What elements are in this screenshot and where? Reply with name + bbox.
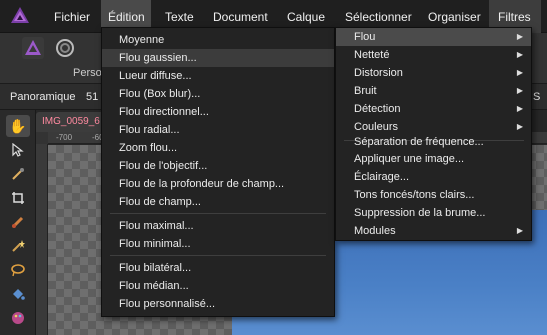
affinity-photo-window: Fichier Édition Texte Document Calque Sé… [0, 0, 547, 335]
submenu-detection-label: Détection [354, 103, 401, 115]
menu-item-separation-frequence[interactable]: Séparation de fréquence... [336, 133, 531, 151]
menu-item-appliquer-image[interactable]: Appliquer une image... [336, 150, 531, 168]
submenu-arrow-icon: ▶ [516, 86, 523, 95]
menu-item-flou-maximal[interactable]: Flou maximal... [102, 217, 334, 235]
menu-item-moyenne[interactable]: Moyenne [102, 31, 334, 49]
submenu-arrow-icon: ▶ [516, 50, 523, 59]
magic-wand-tool-icon[interactable] [6, 235, 30, 257]
submenu-bruit[interactable]: Bruit ▶ [336, 82, 531, 100]
move-tool-icon[interactable] [6, 139, 30, 161]
color-picker-tool-icon[interactable] [6, 163, 30, 185]
filtres-menu: Flou ▶ Netteté ▶ Distorsion ▶ Bruit ▶ Dé… [335, 27, 532, 241]
menu-item-tons-fonces-clairs[interactable]: Tons foncés/tons clairs... [336, 186, 531, 204]
photo-persona-icon[interactable] [22, 37, 44, 59]
submenu-modules[interactable]: Modules ▶ [336, 222, 531, 240]
brush-tool-icon[interactable] [6, 211, 30, 233]
submenu-distorsion[interactable]: Distorsion ▶ [336, 64, 531, 82]
document-tab-title: IMG_0059_6 [42, 116, 100, 127]
fill-tool-icon[interactable] [6, 283, 30, 305]
submenu-nettete[interactable]: Netteté ▶ [336, 46, 531, 64]
submenu-detection[interactable]: Détection ▶ [336, 100, 531, 118]
menu-item-zoom-flou[interactable]: Zoom flou... [102, 139, 334, 157]
palette-tool-icon[interactable] [6, 307, 30, 329]
menu-item-flou-champ[interactable]: Flou de champ... [102, 193, 334, 211]
document-tab[interactable]: IMG_0059_6 [36, 112, 106, 132]
menu-separator [110, 255, 326, 256]
menu-separator [110, 213, 326, 214]
submenu-bruit-label: Bruit [354, 85, 377, 97]
hand-tool-icon[interactable]: ✋ [6, 115, 30, 137]
submenu-modules-label: Modules [354, 225, 396, 237]
submenu-arrow-icon: ▶ [516, 32, 523, 41]
menu-item-flou-gaussien[interactable]: Flou gaussien... [102, 49, 334, 67]
menu-item-flou-radial[interactable]: Flou radial... [102, 121, 334, 139]
menu-item-flou-personnalise[interactable]: Flou personnalisé... [102, 295, 334, 313]
menu-item-flou-median[interactable]: Flou médian... [102, 277, 334, 295]
menu-item-flou-objectif[interactable]: Flou de l'objectif... [102, 157, 334, 175]
menu-item-flou-profondeur-champ[interactable]: Flou de la profondeur de champ... [102, 175, 334, 193]
submenu-arrow-icon: ▶ [516, 226, 523, 235]
liquify-persona-icon[interactable] [54, 37, 76, 59]
submenu-distorsion-label: Distorsion [354, 67, 403, 79]
persona-label: Perso [73, 67, 102, 79]
submenu-couleurs-label: Couleurs [354, 121, 399, 133]
submenu-flou-label: Flou [354, 31, 376, 43]
zoom-value-field[interactable]: 51 [86, 84, 98, 110]
flou-submenu: Moyenne Flou gaussien... Lueur diffuse..… [101, 27, 335, 317]
menu-item-suppression-brume[interactable]: Suppression de la brume... [336, 204, 531, 222]
menu-item-flou-bilateral[interactable]: Flou bilatéral... [102, 259, 334, 277]
menu-item-flou-directionnel[interactable]: Flou directionnel... [102, 103, 334, 121]
ruler-tick-label: -700 [56, 133, 73, 142]
menu-item-lueur-diffuse[interactable]: Lueur diffuse... [102, 67, 334, 85]
menu-item-flou-minimal[interactable]: Flou minimal... [102, 235, 334, 253]
menu-item-box-blur[interactable]: Flou (Box blur)... [102, 85, 334, 103]
crop-tool-icon[interactable] [6, 187, 30, 209]
vertical-ruler[interactable] [36, 144, 48, 335]
lasso-tool-icon[interactable] [6, 259, 30, 281]
menu-item-eclairage[interactable]: Éclairage... [336, 168, 531, 186]
submenu-arrow-icon: ▶ [516, 68, 523, 77]
submenu-arrow-icon: ▶ [516, 104, 523, 113]
submenu-flou[interactable]: Flou ▶ [336, 28, 531, 46]
affinity-logo-icon[interactable] [10, 6, 30, 26]
tool-name-label: Panoramique [10, 91, 76, 103]
ruler-corner [36, 132, 48, 144]
tools-panel: ✋ [0, 110, 36, 335]
submenu-nettete-label: Netteté [354, 49, 390, 61]
menu-fichier[interactable]: Fichier [47, 0, 97, 33]
